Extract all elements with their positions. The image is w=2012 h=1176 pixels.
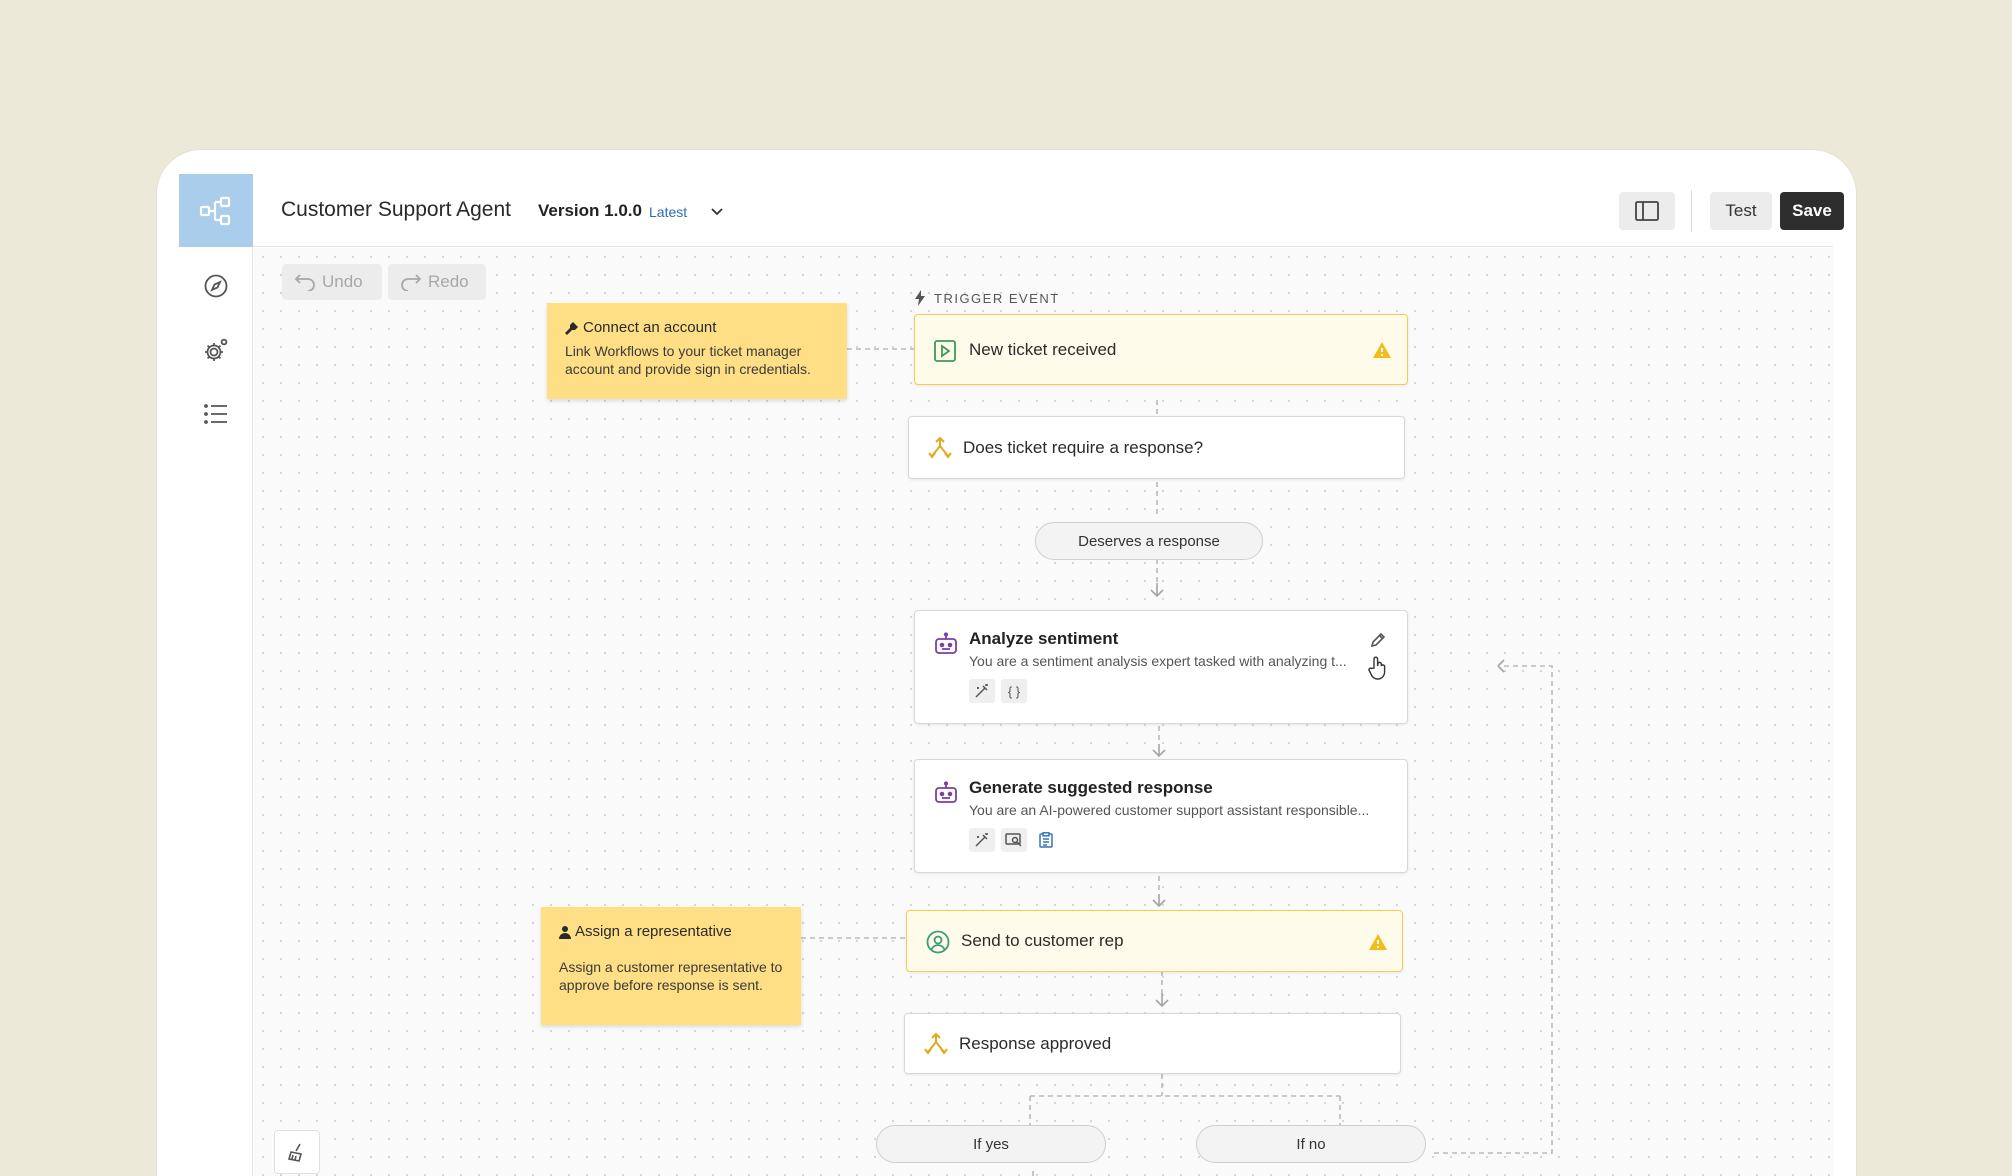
left-sidebar <box>179 174 253 1176</box>
node-description: You are an AI-powered customer support a… <box>969 802 1370 818</box>
person-icon <box>559 925 571 939</box>
compass-icon <box>204 274 228 298</box>
list-icon <box>204 404 227 424</box>
human-review-node[interactable]: Send to customer rep <box>906 910 1403 972</box>
app-window: Customer Support Agent Version 1.0.0 Lat… <box>157 150 1856 1176</box>
latest-badge: Latest <box>649 204 688 220</box>
branch-pill-if-yes[interactable]: If yes <box>876 1125 1106 1163</box>
toggle-panel-button[interactable] <box>1619 192 1675 230</box>
sticky-note-title: Assign a representative <box>559 923 783 940</box>
sidebar-item-list[interactable] <box>197 395 235 433</box>
play-icon <box>933 339 957 363</box>
user-circle-icon <box>925 929 951 955</box>
undo-label: Undo <box>322 272 363 291</box>
workflow-canvas[interactable]: Undo Redo TRIGGER EVENT Connect an accou… <box>254 248 1834 1176</box>
lightning-icon <box>915 290 925 306</box>
save-button[interactable]: Save <box>1780 192 1844 230</box>
sticky-note-body: Assign a customer representative to appr… <box>559 959 783 993</box>
node-title: Send to customer rep <box>961 931 1124 950</box>
robot-icon <box>933 780 959 806</box>
sticky-note-assign[interactable]: Assign a representative Assign a custome… <box>541 907 801 1025</box>
redo-label: Redo <box>428 272 469 291</box>
sticky-note-connect[interactable]: Connect an account Link Workflows to you… <box>547 303 847 399</box>
redo-button[interactable]: Redo <box>388 264 486 300</box>
trigger-node[interactable]: New ticket received <box>914 314 1408 385</box>
version-label[interactable]: Version 1.0.0 <box>538 201 642 221</box>
branch-pill-deserves-response[interactable]: Deserves a response <box>1035 522 1263 560</box>
gear-icon <box>205 338 228 361</box>
workflow-icon <box>199 196 231 225</box>
cleanup-tool-button[interactable] <box>274 1130 320 1174</box>
pointer-hand-icon <box>1367 655 1389 681</box>
sidebar-panel-icon <box>1635 201 1659 221</box>
robot-icon <box>933 631 959 657</box>
magic-wand-icon <box>969 679 995 703</box>
sidebar-item-settings[interactable] <box>197 332 235 370</box>
sidebar-item-explore[interactable] <box>197 267 235 305</box>
code-braces-icon: { } <box>1001 679 1027 703</box>
magic-wand-icon <box>969 828 995 852</box>
branch-pill-if-no[interactable]: If no <box>1196 1125 1426 1163</box>
plug-icon <box>565 321 578 335</box>
node-title: New ticket received <box>969 340 1117 359</box>
ai-agent-node-analyze[interactable]: Analyze sentiment You are a sentiment an… <box>914 610 1408 724</box>
warning-icon <box>1371 339 1393 361</box>
branch-icon <box>927 435 953 461</box>
sticky-note-body: Link Workflows to your ticket manager ac… <box>565 343 811 377</box>
node-description: You are a sentiment analysis expert task… <box>969 653 1347 669</box>
node-title: Generate suggested response <box>969 778 1213 797</box>
broom-icon <box>287 1143 303 1162</box>
workflow-logo[interactable] <box>179 174 253 247</box>
search-screen-icon <box>1001 828 1027 852</box>
ai-agent-node-generate[interactable]: Generate suggested response You are an A… <box>914 759 1408 873</box>
test-button[interactable]: Test <box>1710 192 1772 230</box>
undo-icon <box>294 274 315 291</box>
node-title: Response approved <box>959 1034 1112 1053</box>
node-title: Analyze sentiment <box>969 629 1119 648</box>
condition-node[interactable]: Does ticket require a response? <box>908 416 1405 479</box>
clipboard-icon <box>1033 828 1059 852</box>
undo-button[interactable]: Undo <box>282 264 382 300</box>
header-divider <box>1691 190 1692 232</box>
branch-icon <box>923 1031 949 1057</box>
top-header: Customer Support Agent Version 1.0.0 Lat… <box>253 174 1844 247</box>
node-title: Does ticket require a response? <box>963 438 1204 457</box>
redo-icon <box>401 274 422 291</box>
condition-node-approved[interactable]: Response approved <box>904 1013 1401 1074</box>
sticky-note-title: Connect an account <box>565 319 829 336</box>
version-dropdown[interactable] <box>707 202 727 222</box>
edit-pencil-icon[interactable] <box>1367 629 1389 651</box>
page-title: Customer Support Agent <box>281 198 511 221</box>
warning-icon <box>1367 931 1389 953</box>
trigger-event-label: TRIGGER EVENT <box>914 290 1060 306</box>
chevron-down-icon <box>711 208 723 216</box>
